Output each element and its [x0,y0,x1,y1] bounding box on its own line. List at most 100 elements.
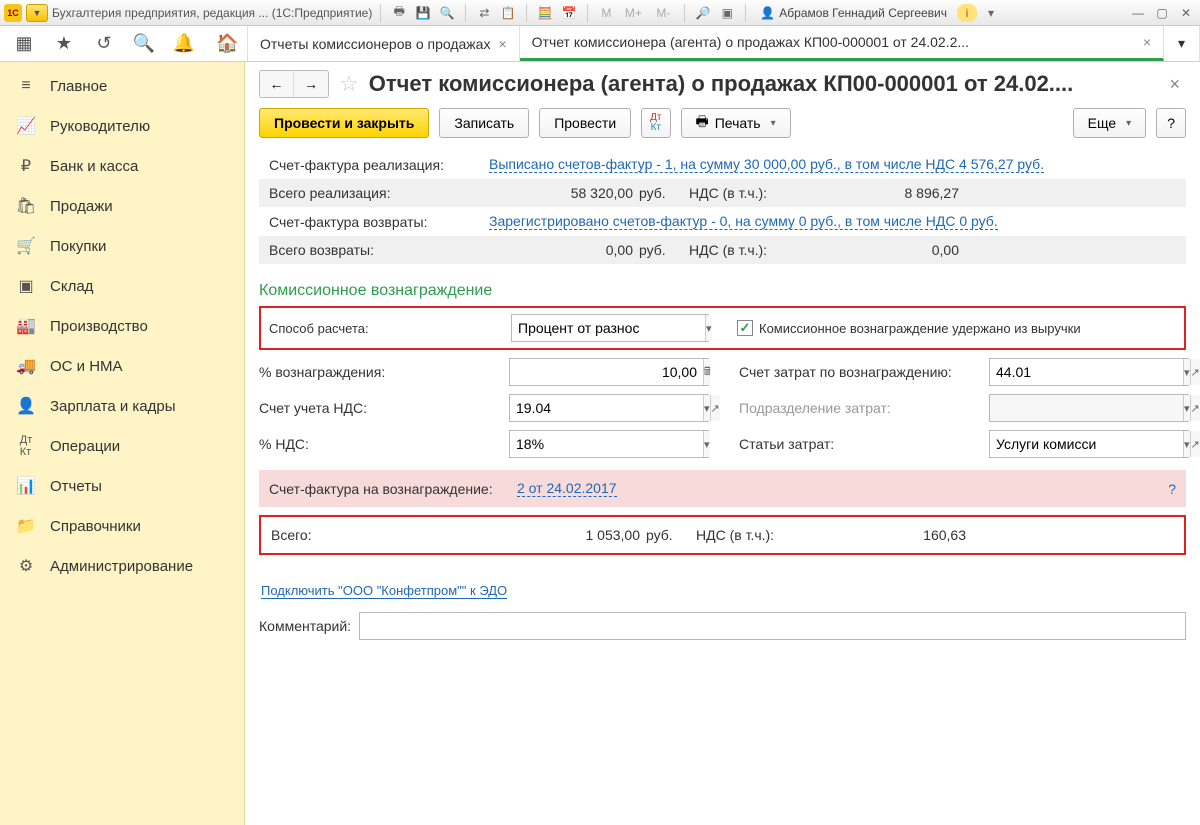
edo-row: Подключить "ООО "Конфетпром"" к ЭДО [259,583,1186,598]
cost-item-field[interactable]: ▾ ↗ [989,430,1189,458]
comment-field[interactable] [359,612,1186,640]
calendar-icon[interactable]: 📅 [559,4,579,22]
preview-icon[interactable]: 🔍 [437,4,457,22]
zoom-icon[interactable]: 🔎 [693,4,713,22]
dtkt-icon: ДтКт [16,434,36,458]
sidebar-item-reports[interactable]: 📊Отчеты [0,466,244,506]
sidebar-item-operations[interactable]: ДтКтОперации [0,426,244,466]
app-menu-dropdown[interactable]: ▼ [26,4,48,22]
nav-fwd-button[interactable]: → [294,71,328,97]
calc-method-input[interactable] [512,315,705,341]
calculator-icon[interactable]: 🧮 [535,4,555,22]
vat-label: НДС (в т.ч.): [689,185,809,201]
save-icon[interactable]: 💾 [413,4,433,22]
vat-acct-input[interactable] [510,395,703,421]
info-icon[interactable]: i [957,4,977,22]
checkbox-checked-icon[interactable]: ✓ [737,320,753,336]
sidebar-item-catalogs[interactable]: 📁Справочники [0,506,244,546]
expense-acct-input[interactable] [990,359,1183,385]
sidebar-item-label: Производство [50,318,148,335]
favorite-star-icon[interactable]: ☆ [339,71,359,97]
tab-doc-active[interactable]: Отчет комиссионера (агента) о продажах К… [520,26,1164,61]
home-tab[interactable]: 🏠 [208,26,248,61]
nav-back-button[interactable]: ← [260,71,294,97]
minimize-button[interactable]: — [1128,4,1148,22]
info-dropdown[interactable]: ▾ [981,4,1001,22]
currency-label: руб. [639,185,689,201]
pct-input[interactable] [510,359,703,385]
compare-icon[interactable]: ⇄ [474,4,494,22]
copy-icon[interactable]: 📋 [498,4,518,22]
sf-ret-link[interactable]: Зарегистрировано счетов-фактур - 0, на с… [489,213,998,230]
vat-acct-field[interactable]: ▾ ↗ [509,394,709,422]
expense-acct-field[interactable]: ▾ ↗ [989,358,1189,386]
m-register[interactable]: M [596,4,616,22]
tab-report-list[interactable]: Отчеты комиссионеров о продажах × [248,26,520,61]
tabs-dropdown[interactable]: ▾ [1164,26,1200,61]
open-icon[interactable]: ↗ [1190,431,1200,457]
print-label: Печать [715,115,761,131]
subdiv-input[interactable] [990,395,1183,421]
titlebar: 1C ▼ Бухгалтерия предприятия, редакция .… [0,0,1200,26]
edo-link[interactable]: Подключить "ООО "Конфетпром"" к ЭДО [261,583,507,599]
calculator-field-icon[interactable]: 🖩 [703,359,711,385]
dropdown-icon[interactable]: ▾ [705,315,712,341]
open-icon[interactable]: ↗ [1190,359,1200,385]
currency-label: руб. [646,527,696,543]
sf-comm-link[interactable]: 2 от 24.02.2017 [517,480,617,497]
search-icon[interactable]: 🔍 [124,26,164,62]
truck-icon: 🚚 [16,356,36,376]
comment-input[interactable] [360,613,1185,639]
sidebar-item-sales[interactable]: 🛍Продажи [0,186,244,226]
user-block[interactable]: 👤 Абрамов Геннадий Сергеевич [754,6,953,20]
sidebar-item-production[interactable]: 🏭 Производство [0,306,244,346]
sidebar-item-admin[interactable]: ⚙Администрирование [0,546,244,586]
close-icon[interactable]: × [498,36,506,52]
movements-button[interactable]: ДтКт [641,108,670,138]
subdiv-field[interactable]: ▾ ↗ [989,394,1189,422]
sf-real-link[interactable]: Выписано счетов-фактур - 1, на сумму 30 … [489,156,1044,173]
factory-icon: 🏭 [16,316,36,336]
sidebar-item-warehouse[interactable]: ▣Склад [0,266,244,306]
close-icon[interactable]: × [1143,34,1151,50]
app-logo-icon: 1C [4,4,22,22]
command-bar: Провести и закрыть Записать Провести ДтК… [245,104,1200,150]
sidebar-item-label: Руководителю [50,118,150,135]
sidebar-item-hr[interactable]: 👤Зарплата и кадры [0,386,244,426]
open-icon[interactable]: ↗ [1190,395,1200,421]
apps-grid-icon[interactable]: ▦ [4,26,44,62]
vat-pct-field[interactable]: ▾ [509,430,709,458]
m-minus[interactable]: M- [650,4,676,22]
post-and-close-button[interactable]: Провести и закрыть [259,108,429,138]
close-button[interactable]: ✕ [1176,4,1196,22]
dropdown-icon[interactable]: ▾ [703,431,710,457]
app-title: Бухгалтерия предприятия, редакция ... (1… [52,6,372,20]
favorites-star-icon[interactable]: ★ [44,26,84,62]
withheld-checkbox-row[interactable]: ✓ Комиссионное вознаграждение удержано и… [737,320,1081,336]
close-doc-button[interactable]: × [1163,74,1186,95]
pct-field[interactable]: 🖩 [509,358,709,386]
help-question-icon[interactable]: ? [1168,481,1176,497]
vat-label: НДС (в т.ч.): [689,242,809,258]
calc-method-field[interactable]: ▾ [511,314,709,342]
sidebar-item-main[interactable]: ≡Главное [0,66,244,106]
more-button[interactable]: Еще [1073,108,1147,138]
sidebar-item-manager[interactable]: 📈Руководителю [0,106,244,146]
open-icon[interactable]: ↗ [710,395,720,421]
sidebar-item-purchases[interactable]: 🛒Покупки [0,226,244,266]
m-plus[interactable]: M+ [620,4,646,22]
print-button[interactable]: 🖶Печать [681,108,791,138]
panel-icon[interactable]: ▣ [717,4,737,22]
vat-pct-input[interactable] [510,431,703,457]
sidebar-item-bank[interactable]: ₽Банк и касса [0,146,244,186]
history-icon[interactable]: ↺ [84,26,124,62]
help-button[interactable]: ? [1156,108,1186,138]
write-button[interactable]: Записать [439,108,529,138]
print-icon[interactable]: 🖶 [389,4,409,22]
sf-ret-label: Счет-фактура возвраты: [269,214,489,230]
maximize-button[interactable]: ▢ [1152,4,1172,22]
sidebar-item-assets[interactable]: 🚚ОС и НМА [0,346,244,386]
notifications-bell-icon[interactable]: 🔔 [164,26,204,62]
post-button[interactable]: Провести [539,108,631,138]
cost-item-input[interactable] [990,431,1183,457]
